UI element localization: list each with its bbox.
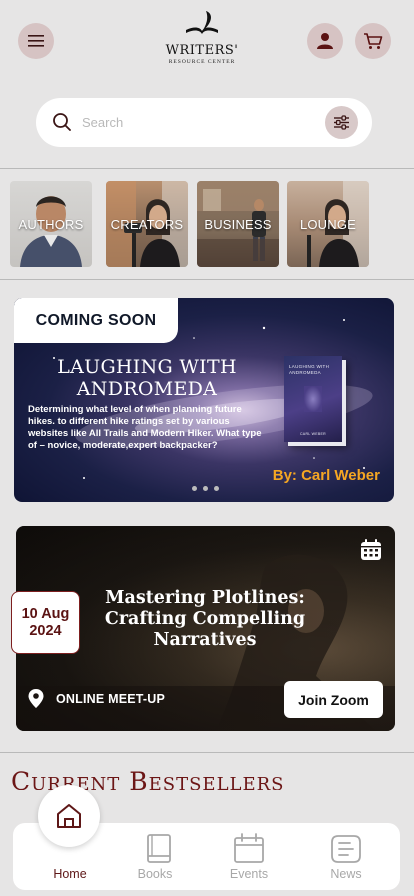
cart-button[interactable]	[355, 23, 391, 59]
logo-subtitle: RESOURCE CENTER	[168, 59, 236, 65]
cover-art	[304, 386, 322, 412]
calendar-icon	[234, 833, 264, 863]
search-input[interactable]	[82, 110, 312, 135]
event-date-day: 10 Aug	[21, 606, 70, 622]
promo-banner[interactable]: COMING SOON LAUGHING WITH ANDROMEDA Dete…	[14, 298, 394, 502]
carousel-dot[interactable]	[214, 486, 219, 491]
carousel-dots[interactable]	[192, 486, 219, 491]
promo-title-line2: ANDROMEDA	[76, 378, 218, 400]
carousel-dot[interactable]	[203, 486, 208, 491]
book-cover-title: LAUGHING WITH ANDROMEDA	[289, 364, 330, 375]
category-label: LOUNGE	[299, 217, 357, 232]
user-icon	[317, 33, 333, 49]
coming-soon-label: COMING SOON	[35, 311, 157, 329]
filter-button[interactable]	[325, 106, 358, 139]
section-divider	[0, 752, 414, 753]
categories-divider	[0, 279, 414, 280]
header-divider	[0, 168, 414, 169]
promo-description: Determining what level of when planning …	[28, 404, 262, 451]
menu-button[interactable]	[18, 23, 54, 59]
hamburger-icon	[28, 35, 44, 47]
promo-book-title: LAUGHING WITH ANDROMEDA	[24, 356, 270, 400]
event-type-label: ONLINE MEET-UP	[56, 691, 166, 706]
quill-book-icon	[186, 11, 218, 34]
tab-label: Home	[53, 867, 87, 881]
location-pin-icon	[28, 689, 44, 708]
event-type: ONLINE MEET-UP	[28, 689, 165, 708]
profile-button[interactable]	[307, 23, 343, 59]
join-zoom-button[interactable]: Join Zoom	[284, 681, 383, 718]
event-date-year: 2024	[29, 623, 62, 639]
home-button[interactable]	[38, 785, 100, 847]
event-date-badge: 10 Aug 2024	[11, 591, 80, 654]
category-authors[interactable]: AUTHORS	[10, 181, 92, 267]
category-creators[interactable]: CREATORS	[106, 181, 188, 267]
category-label: AUTHORS	[18, 217, 84, 232]
tab-label: Events	[229, 867, 269, 881]
tab-label: News	[330, 867, 362, 881]
news-icon	[331, 835, 361, 863]
book-icon	[147, 834, 171, 863]
promo-author: By: Carl Weber	[272, 467, 380, 484]
category-business[interactable]: BUSINESS	[197, 181, 279, 267]
tab-news[interactable]: News	[306, 823, 386, 890]
search-bar	[36, 98, 372, 147]
tab-events[interactable]: Events	[209, 823, 289, 890]
category-lounge[interactable]: LOUNGE	[287, 181, 369, 267]
app-header: WRITERS' RESOURCE CENTER	[0, 0, 414, 168]
cart-icon	[364, 33, 383, 49]
app-logo[interactable]: WRITERS' RESOURCE CENTER	[160, 10, 244, 66]
logo-title: WRITERS'	[165, 43, 239, 58]
coming-soon-tag: COMING SOON	[14, 298, 178, 343]
book-cover-author: CARL WEBER	[299, 432, 326, 436]
home-icon	[57, 804, 81, 828]
event-title: Mastering Plotlines: Crafting Compelling…	[104, 588, 306, 650]
tab-books[interactable]: Books	[115, 823, 195, 890]
carousel-dot[interactable]	[192, 486, 197, 491]
calendar-icon[interactable]	[360, 539, 382, 561]
book-cover-image: LAUGHING WITH ANDROMEDA CARL WEBER	[284, 356, 342, 442]
promo-title-line1: LAUGHING WITH	[57, 356, 237, 378]
category-label: BUSINESS	[204, 217, 272, 232]
category-label: CREATORS	[110, 217, 184, 232]
search-icon	[53, 113, 71, 131]
tab-label: Books	[137, 867, 173, 881]
sliders-icon	[334, 115, 349, 130]
